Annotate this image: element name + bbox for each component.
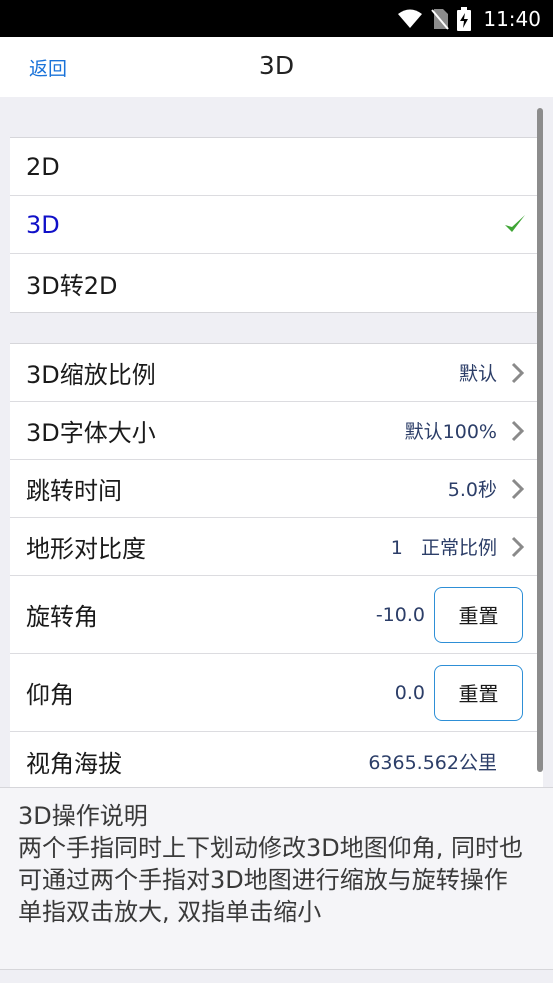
- mode-option-label: 2D: [26, 152, 60, 181]
- setting-value: 5.0秒: [447, 479, 497, 501]
- nav-bar: 3D 返回: [0, 37, 553, 97]
- page-title: 3D: [258, 51, 295, 80]
- setting-label: 3D缩放比例: [26, 361, 156, 389]
- mode-option-3d-to-2d[interactable]: 3D转2D: [10, 254, 543, 312]
- back-button[interactable]: 返回: [29, 54, 67, 81]
- settings-group: 3D缩放比例 默认 3D字体大小 默认100% 跳转时间 5.0秒 地形对比度 …: [10, 343, 543, 787]
- reset-pitch-button[interactable]: 重置: [434, 664, 523, 721]
- pitch-value: 0.0: [394, 681, 425, 704]
- setting-terrain-contrast[interactable]: 地形对比度 1 正常比例: [10, 518, 543, 576]
- chevron-right-icon: [511, 362, 525, 383]
- mode-option-2d[interactable]: 2D: [10, 138, 543, 196]
- mode-option-label: 3D: [26, 210, 60, 239]
- setting-label: 旋转角: [26, 603, 98, 631]
- altitude-value: 6365.562公里: [368, 751, 497, 774]
- status-icons: 11:40: [397, 0, 541, 37]
- setting-altitude: 视角海拔 6365.562公里: [10, 732, 543, 787]
- checkmark-icon: [505, 215, 525, 232]
- setting-pitch: 仰角 0.0 重置: [10, 654, 543, 732]
- scrollbar-thumb[interactable]: [537, 108, 543, 772]
- setting-label: 3D字体大小: [26, 419, 156, 447]
- description-title: 3D操作说明: [18, 802, 148, 830]
- setting-label: 跳转时间: [26, 477, 122, 505]
- battery-charging-icon: [457, 6, 472, 31]
- chevron-right-icon: [511, 536, 525, 557]
- setting-font-size[interactable]: 3D字体大小 默认100%: [10, 402, 543, 460]
- operation-description: 3D操作说明 两个手指同时上下划动修改3D地图仰角, 同时也可通过两个手指对3D…: [0, 787, 553, 969]
- setting-label: 地形对比度: [26, 535, 146, 563]
- description-line: 两个手指同时上下划动修改3D地图仰角, 同时也可通过两个手指对3D地图进行缩放与…: [18, 834, 524, 894]
- wifi-icon: [398, 9, 423, 28]
- settings-content[interactable]: 2D 3D 3D转2D 3D缩放比例 默认 3D字体大小 默认100% 跳转时间…: [10, 97, 543, 787]
- setting-value: 默认: [458, 363, 497, 385]
- setting-label: 仰角: [26, 681, 74, 709]
- setting-rotation: 旋转角 -10.0 重置: [10, 576, 543, 654]
- mode-group: 2D 3D 3D转2D: [10, 137, 543, 313]
- setting-value: 1 正常比例: [390, 537, 497, 559]
- chevron-right-icon: [511, 478, 525, 499]
- setting-label: 视角海拔: [26, 749, 122, 778]
- setting-jump-time[interactable]: 跳转时间 5.0秒: [10, 460, 543, 518]
- description-line: 单指双击放大, 双指单击缩小: [18, 898, 322, 926]
- mode-option-3d[interactable]: 3D: [10, 196, 543, 254]
- status-bar: 11:40: [0, 0, 553, 37]
- status-time: 11:40: [483, 6, 541, 31]
- rotation-value: -10.0: [375, 603, 425, 626]
- setting-value: 默认100%: [404, 421, 497, 443]
- no-sim-icon: [431, 8, 450, 30]
- divider: [0, 969, 553, 970]
- reset-rotation-button[interactable]: 重置: [434, 586, 523, 643]
- chevron-right-icon: [511, 420, 525, 441]
- setting-zoom-scale[interactable]: 3D缩放比例 默认: [10, 344, 543, 402]
- mode-option-label: 3D转2D: [26, 271, 118, 300]
